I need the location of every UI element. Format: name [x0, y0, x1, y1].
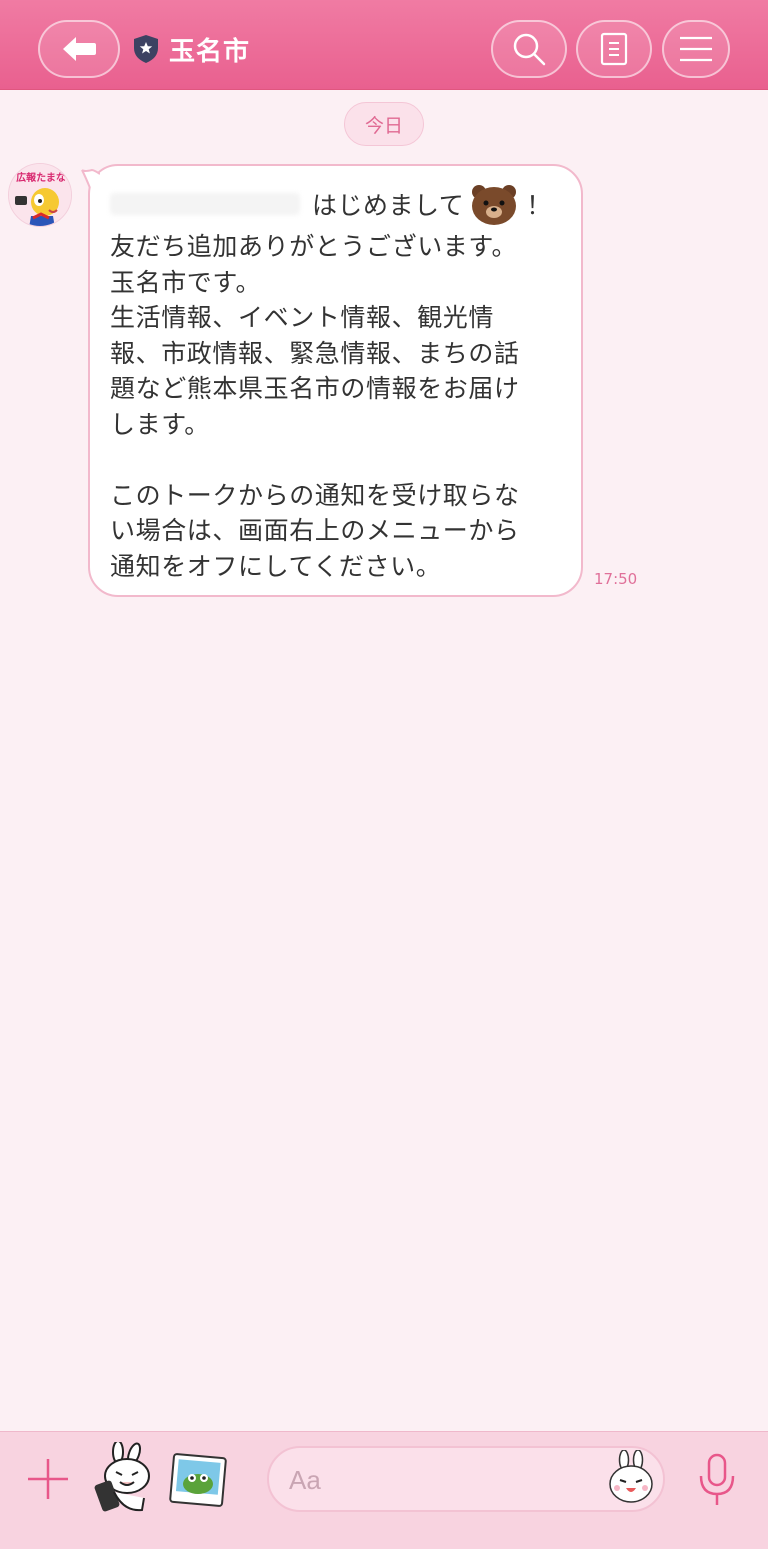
back-arrow-icon	[61, 35, 97, 63]
avatar[interactable]: 広報たまな	[8, 163, 72, 227]
message-timestamp: 17:50	[594, 570, 638, 588]
message-input[interactable]	[289, 1460, 609, 1500]
message-greeting-line: はじめまして ！	[110, 182, 560, 226]
back-button[interactable]	[38, 20, 120, 78]
sticker-button[interactable]	[94, 1442, 156, 1516]
mascot-avatar-image: 広報たまな	[9, 164, 71, 226]
notes-icon	[599, 32, 629, 66]
plus-icon	[24, 1455, 72, 1503]
bear-emoji-icon	[470, 182, 518, 226]
emoji-button[interactable]	[606, 1450, 656, 1506]
voice-input-button[interactable]	[695, 1452, 739, 1508]
add-attachment-button[interactable]	[24, 1455, 72, 1503]
redacted-username	[110, 193, 300, 215]
hamburger-menu-icon	[679, 35, 713, 63]
greeting-text: はじめまして	[312, 191, 465, 220]
greeting-exclamation: ！	[526, 191, 552, 220]
avatar-logo-text: 広報たまな	[16, 171, 66, 184]
photo-button[interactable]	[168, 1450, 228, 1510]
search-icon	[511, 31, 547, 67]
notes-button[interactable]	[576, 20, 652, 78]
message-body: 友だち追加ありがとうございます。 玉名市です。 生活情報、イベント情報、観光情 …	[110, 232, 520, 581]
menu-button[interactable]	[662, 20, 730, 78]
photo-icon	[168, 1450, 228, 1510]
date-separator: 今日	[344, 102, 424, 146]
bubble-tail	[81, 168, 100, 189]
header-bar: 玉名市	[0, 0, 768, 90]
search-button[interactable]	[491, 20, 567, 78]
official-account-shield-icon	[133, 34, 159, 64]
emoji-icon	[606, 1450, 656, 1506]
page-title: 玉名市	[169, 36, 251, 67]
chat-title-area: 玉名市	[133, 28, 250, 70]
microphone-icon	[695, 1452, 739, 1508]
sticker-icon	[94, 1442, 156, 1516]
chat-screen: 玉名市 今日 広報たまな はじめまして ！ 友だち追加ありがとうございます。 玉…	[0, 0, 768, 1549]
